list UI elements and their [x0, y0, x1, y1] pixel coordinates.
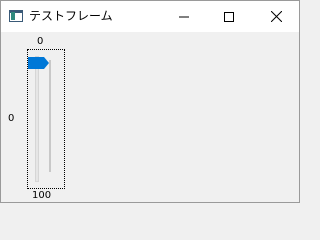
minimize-button[interactable] — [161, 1, 207, 32]
slider-max-label: 100 — [32, 190, 52, 201]
slider-tick-bar — [49, 60, 51, 172]
slider-thumb[interactable] — [28, 57, 50, 69]
close-button[interactable] — [253, 1, 299, 32]
window-app-icon — [9, 10, 23, 22]
slider-min-label: 0 — [37, 36, 44, 47]
title-bar[interactable]: テストフレーム — [1, 1, 299, 32]
maximize-icon — [224, 11, 234, 22]
close-icon — [270, 11, 282, 22]
app-window: テストフレーム 0 0 100 — [0, 0, 300, 203]
minimize-icon — [179, 16, 189, 17]
vertical-slider[interactable] — [27, 49, 65, 189]
slider-value-label: 0 — [8, 113, 15, 124]
slider-track[interactable] — [35, 56, 39, 182]
maximize-button[interactable] — [206, 1, 252, 32]
window-title: テストフレーム — [29, 9, 113, 23]
